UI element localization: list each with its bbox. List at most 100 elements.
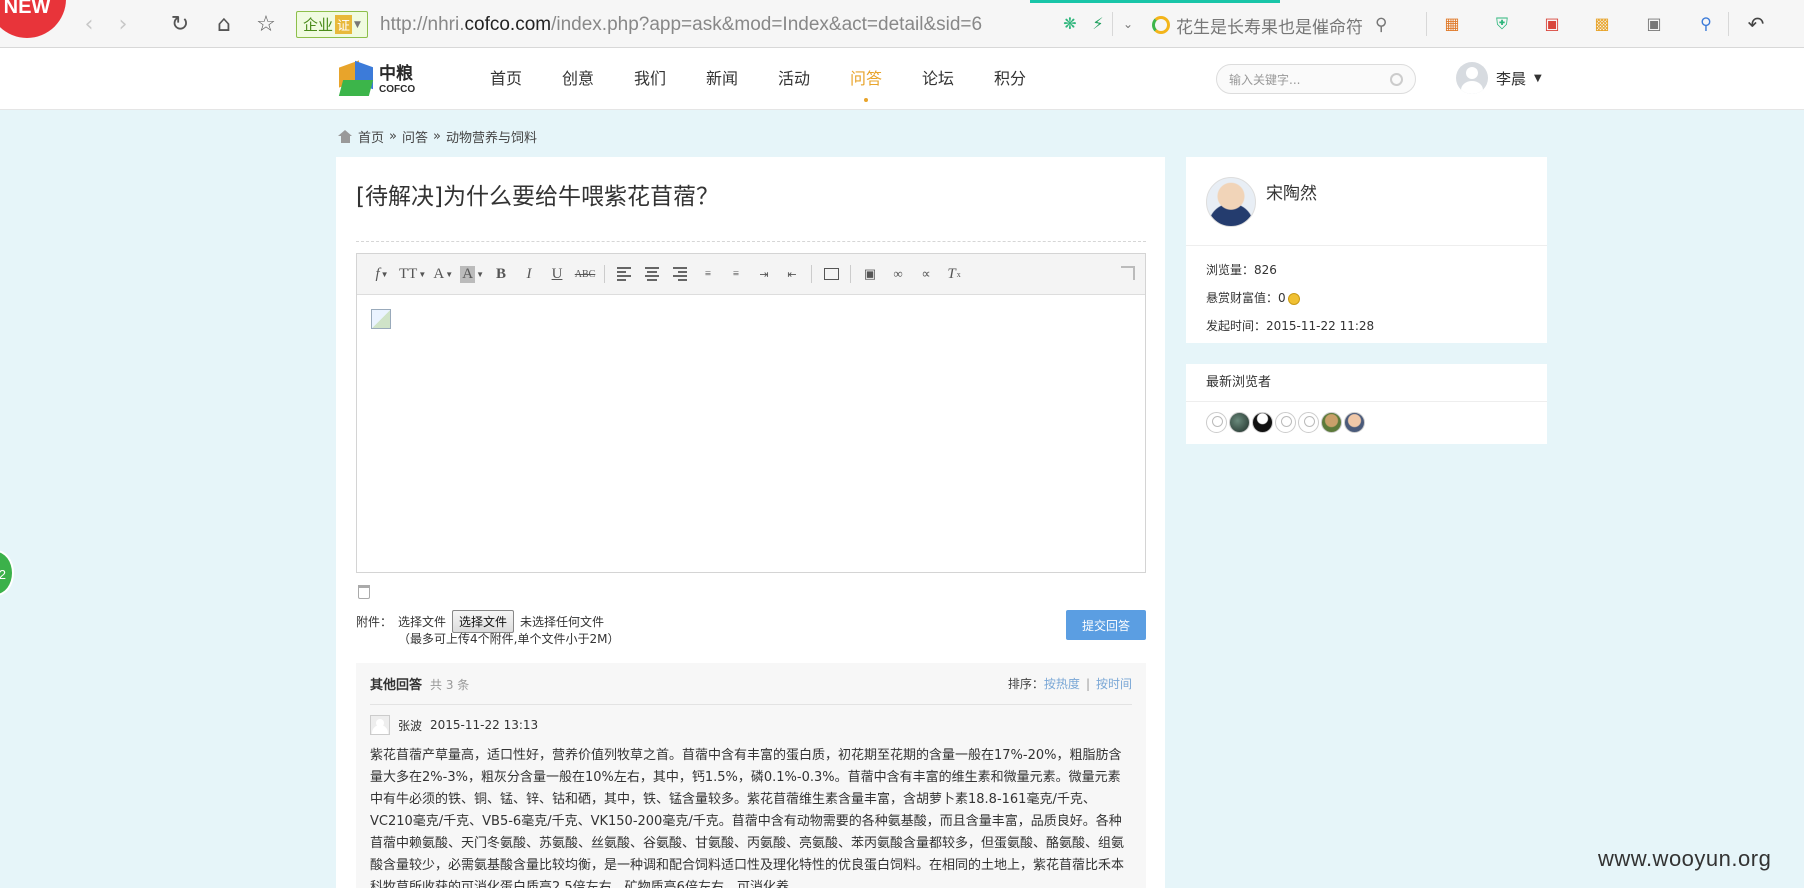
address-bar[interactable]: http://nhri.cofco.com/index.php?app=ask&… [380, 12, 1040, 38]
author-name[interactable]: 宋陶然 [1266, 179, 1317, 204]
fullscreen-icon[interactable] [1121, 266, 1135, 280]
site-search-input[interactable]: 输入关键字... [1216, 64, 1416, 94]
created-time: 2015-11-22 11:28 [1266, 319, 1375, 333]
answers-header: 其他回答共 3 条 排序：按热度 | 按时间 [370, 663, 1132, 705]
align-center-icon[interactable] [639, 262, 665, 286]
breadcrumb-home[interactable]: 首页 [358, 127, 384, 146]
insert-video-icon[interactable]: ▣ [857, 262, 883, 286]
search-engine-icon [1152, 16, 1170, 34]
background-color-icon[interactable]: A ▼ [458, 262, 486, 286]
viewer-avatar[interactable] [1229, 412, 1250, 433]
font-color-icon[interactable]: A ▼ [430, 262, 456, 286]
nav-item-1[interactable]: 创意 [542, 48, 614, 110]
apps-icon[interactable]: ▦ [1442, 14, 1462, 34]
viewer-avatar[interactable] [1344, 412, 1365, 433]
sort-by-hot-link[interactable]: 按热度 [1044, 677, 1080, 691]
avatar[interactable] [370, 715, 390, 735]
chevron-down-icon[interactable]: ⌄ [1118, 14, 1138, 34]
indent-icon[interactable]: ⇥ [751, 262, 777, 286]
insert-image-icon[interactable] [818, 262, 844, 286]
url-host: cofco.com [464, 14, 552, 35]
link-icon[interactable]: ∞ [885, 262, 911, 286]
question-title: [待解决]为什么要给牛喂紫花苜蓿？ [356, 184, 719, 210]
site-search-placeholder: 输入关键字... [1229, 72, 1301, 87]
views-count: 826 [1254, 263, 1277, 277]
nav-item-6[interactable]: 论坛 [902, 48, 974, 110]
viewer-avatar[interactable] [1321, 412, 1342, 433]
cert-icon: 证 [335, 15, 353, 34]
cofco-logo[interactable]: 中粮 COFCO [335, 58, 427, 102]
answer-author[interactable]: 张波 [398, 717, 422, 734]
extension-icon[interactable]: ▩ [1592, 14, 1612, 34]
unordered-list-icon[interactable]: ≡ [723, 262, 749, 286]
align-right-icon[interactable] [667, 262, 693, 286]
back-icon[interactable]: ‹ [76, 11, 102, 37]
font-family-icon[interactable]: f ▼ [369, 262, 395, 286]
logo-english: COFCO [379, 83, 416, 95]
strikethrough-icon[interactable]: ABC [572, 262, 598, 286]
shield-icon[interactable]: ⛨ [1492, 14, 1512, 34]
viewer-avatar[interactable] [1275, 412, 1296, 433]
screenshot-icon[interactable]: ▣ [1644, 14, 1664, 34]
submit-answer-button[interactable]: 提交回答 [1066, 610, 1146, 640]
question-card: [待解决]为什么要给牛喂紫花苜蓿？ f ▼ TT ▼ A ▼ A ▼ B I U ABC… [336, 157, 1165, 888]
coin-icon [1287, 292, 1300, 305]
author-avatar[interactable] [1206, 177, 1256, 227]
viewer-avatar[interactable] [1298, 412, 1319, 433]
loading-progress-bar [1030, 0, 1280, 3]
breadcrumb-separator: » [433, 129, 441, 144]
underline-icon[interactable]: U [544, 262, 570, 286]
viewer-avatar[interactable] [1252, 412, 1273, 433]
breadcrumb: 首页 » 问答 » 动物营养与饲料 [338, 127, 537, 146]
ordered-list-icon[interactable]: ≡ [695, 262, 721, 286]
attachment-label: 附件： [356, 615, 393, 629]
align-left-icon[interactable] [611, 262, 637, 286]
sort-by-time-link[interactable]: 按时间 [1096, 677, 1132, 691]
no-file-text: 未选择任何文件 [520, 615, 605, 629]
nav-item-4[interactable]: 活动 [758, 48, 830, 110]
answer-editor: f ▼ TT ▼ A ▼ A ▼ B I U ABC ≡ ≡ ⇥ ⇤ ▣ ∞ ∝ Tx [356, 253, 1146, 573]
editor-toolbar: f ▼ TT ▼ A ▼ A ▼ B I U ABC ≡ ≡ ⇥ ⇤ ▣ ∞ ∝ Tx [357, 254, 1145, 295]
favorite-star-icon[interactable]: ☆ [253, 11, 279, 37]
user-menu[interactable]: 李晨 ▼ [1456, 62, 1542, 94]
breadcrumb-category[interactable]: 动物营养与饲料 [446, 127, 537, 146]
italic-icon[interactable]: I [516, 262, 542, 286]
outdent-icon[interactable]: ⇤ [779, 262, 805, 286]
search-icon[interactable] [1390, 72, 1403, 86]
nav-item-7[interactable]: 积分 [974, 48, 1046, 110]
clear-format-icon[interactable]: Tx [941, 262, 967, 286]
translate-icon[interactable]: ▣ [1542, 14, 1562, 34]
enterprise-label: 企业 [303, 16, 334, 34]
unlink-icon[interactable]: ∝ [913, 262, 939, 286]
zoom-icon[interactable]: ⚲ [1696, 14, 1716, 34]
search-icon[interactable]: ⚲ [1375, 15, 1387, 35]
logo-chinese: 中粮 [379, 63, 413, 84]
breadcrumb-qa[interactable]: 问答 [402, 127, 428, 146]
bold-icon[interactable]: B [488, 262, 514, 286]
floating-badge[interactable]: 2 [0, 550, 14, 596]
forward-icon[interactable]: › [110, 11, 136, 37]
nav-item-2[interactable]: 我们 [614, 48, 686, 110]
attachment-hint: （最多可上传4个附件,单个文件小于2M） [398, 632, 620, 646]
enterprise-cert-badge[interactable]: 企业 证 ▼ [296, 11, 368, 38]
security-icon[interactable]: ❋ [1060, 14, 1080, 34]
viewer-avatar[interactable] [1206, 412, 1227, 433]
browser-search-box[interactable]: 花生是长寿果也是催命符 ⚲ [1152, 12, 1412, 38]
other-answers: 其他回答共 3 条 排序：按热度 | 按时间 张波 2015-11-22 13:13… [356, 663, 1146, 888]
nav-item-0[interactable]: 首页 [470, 48, 542, 110]
reload-icon[interactable]: ↻ [167, 11, 193, 37]
views-stat: 浏览量：826 [1206, 263, 1277, 277]
editor-textarea[interactable] [357, 295, 1145, 572]
trash-icon[interactable] [358, 585, 370, 599]
url-prefix: http://nhri. [380, 14, 465, 35]
author-card: 宋陶然 浏览量：826 悬赏财富值：0 发起时间：2015-11-22 11:2… [1186, 157, 1547, 343]
chevron-down-icon: ▼ [354, 19, 361, 30]
font-size-icon[interactable]: TT ▼ [397, 262, 428, 286]
broken-image-icon [371, 309, 391, 329]
created-stat: 发起时间：2015-11-22 11:28 [1206, 319, 1375, 333]
nav-item-3[interactable]: 新闻 [686, 48, 758, 110]
lightning-icon[interactable]: ⚡ [1088, 14, 1108, 34]
undo-icon[interactable]: ↶ [1746, 14, 1766, 34]
nav-item-5[interactable]: 问答 [830, 48, 902, 110]
home-icon[interactable]: ⌂ [211, 11, 237, 37]
